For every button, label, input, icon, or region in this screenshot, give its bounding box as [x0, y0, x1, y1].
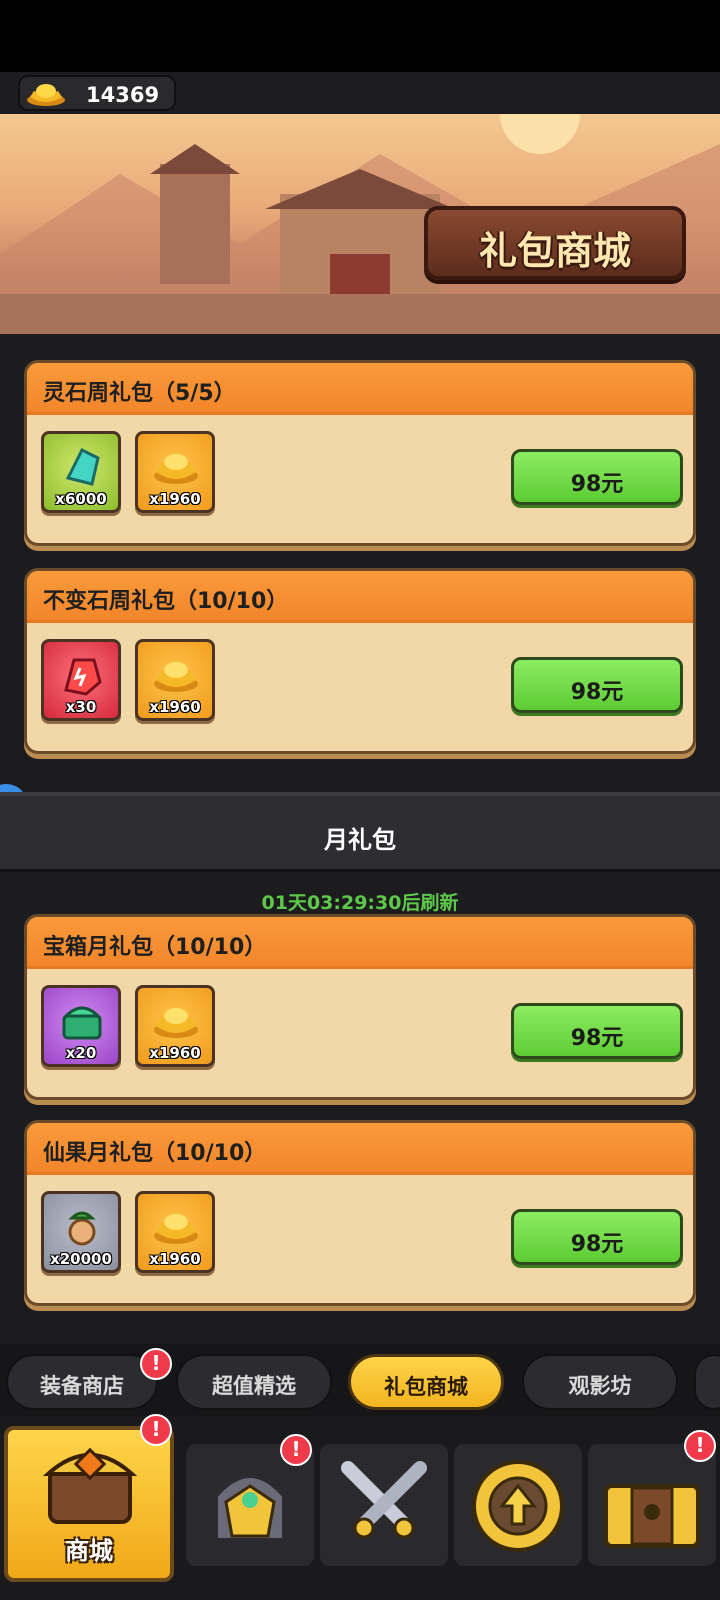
package-card: 宝箱月礼包（10/10） x20 x1960 98元 — [24, 914, 696, 1100]
package-title: 灵石周礼包（5/5） — [43, 381, 236, 406]
buy-button[interactable]: 98元 — [511, 449, 683, 505]
shop-banner: 礼包商城 — [0, 114, 720, 334]
gold-ingot-icon — [154, 1008, 198, 1038]
reward-item[interactable]: x20000 — [41, 1191, 121, 1273]
price-label: 98元 — [570, 680, 624, 705]
package-card: 灵石周礼包（5/5） x6000 x1960 98元 — [24, 360, 696, 546]
package-title: 不变石周礼包（10/10） — [43, 589, 289, 614]
reward-qty: x20 — [65, 1044, 97, 1062]
reward-qty: x6000 — [55, 490, 107, 508]
tab-label: 观影坊 — [568, 1374, 632, 1398]
reward-qty: x1960 — [149, 1044, 201, 1062]
nav-shop[interactable]: 商城 — [4, 1426, 174, 1582]
nav-shop-label: 商城 — [65, 1537, 113, 1565]
shop-tabs: 装备商店 ! 超值精选 礼包商城 观影坊 — [0, 1344, 720, 1416]
banner-title-plaque: 礼包商城 — [424, 206, 686, 280]
upgrade-arrow-icon — [472, 1460, 564, 1552]
helmet-icon — [214, 1474, 286, 1542]
tab-label: 礼包商城 — [384, 1375, 468, 1399]
monthly-section-header: 月礼包 — [0, 792, 720, 872]
jade-chest-icon — [62, 1006, 102, 1040]
reward-qty: x1960 — [149, 490, 201, 508]
gold-ingot-icon — [27, 84, 65, 106]
reward-qty: x30 — [65, 698, 97, 716]
package-title: 宝箱月礼包（10/10） — [43, 935, 267, 960]
reward-item[interactable]: x1960 — [135, 1191, 215, 1273]
gold-amount: 14369 — [86, 83, 160, 107]
treasure-chest-icon — [604, 1484, 700, 1548]
bottom-navbar: 商城 ! ! ! — [0, 1414, 720, 1600]
package-title: 仙果月礼包（10/10） — [43, 1141, 267, 1166]
package-card: 仙果月礼包（10/10） x20000 x1960 98元 — [24, 1120, 696, 1306]
status-bar — [0, 0, 720, 72]
tab-more[interactable] — [694, 1354, 720, 1410]
nav-upgrade[interactable] — [454, 1444, 582, 1566]
price-label: 98元 — [570, 1026, 624, 1051]
currency-bar: 14369 — [0, 72, 720, 114]
reward-item[interactable]: x20 — [41, 985, 121, 1067]
reward-item[interactable]: x1960 — [135, 431, 215, 513]
tab-label: 超值精选 — [212, 1374, 296, 1398]
banner-title: 礼包商城 — [478, 229, 631, 273]
reward-item[interactable]: x6000 — [41, 431, 121, 513]
refresh-timer: 01天03:29:30后刷新 — [261, 892, 459, 914]
reward-item[interactable]: x1960 — [135, 639, 215, 721]
price-label: 98元 — [570, 1232, 624, 1257]
gold-ingot-icon — [154, 662, 198, 692]
price-label: 98元 — [570, 472, 624, 497]
nav-treasury[interactable] — [588, 1444, 716, 1566]
tab-package-shop[interactable]: 礼包商城 — [348, 1354, 504, 1410]
reward-qty: x1960 — [149, 1250, 201, 1268]
buy-button[interactable]: 98元 — [511, 1003, 683, 1059]
gold-balance: 14369 — [18, 75, 176, 111]
section-title: 月礼包 — [324, 826, 396, 854]
reward-item[interactable]: x1960 — [135, 985, 215, 1067]
gold-ingot-icon — [154, 454, 198, 484]
tab-label: 装备商店 — [40, 1374, 124, 1398]
nav-battle[interactable] — [320, 1444, 448, 1566]
notification-badge: ! — [140, 1414, 172, 1446]
gold-ingot-icon — [154, 1214, 198, 1244]
shop-chest-icon — [42, 1447, 138, 1524]
reward-item[interactable]: x30 — [41, 639, 121, 721]
tab-equipment-shop[interactable]: 装备商店 — [6, 1354, 158, 1410]
immortal-fruit-icon — [68, 1211, 96, 1246]
crossed-swords-icon — [341, 1461, 427, 1539]
reward-qty: x1960 — [149, 698, 201, 716]
tab-theater[interactable]: 观影坊 — [522, 1354, 678, 1410]
reward-qty: x20000 — [50, 1250, 112, 1268]
red-stone-icon — [64, 658, 102, 696]
package-card: 不变石周礼包（10/10） x30 x1960 98元 — [24, 568, 696, 754]
buy-button[interactable]: 98元 — [511, 1209, 683, 1265]
buy-button[interactable]: 98元 — [511, 657, 683, 713]
notification-badge: ! — [140, 1348, 172, 1380]
notification-badge: ! — [280, 1434, 312, 1466]
notification-badge: ! — [684, 1430, 716, 1462]
spirit-stone-icon — [65, 447, 100, 486]
tab-value-picks[interactable]: 超值精选 — [176, 1354, 332, 1410]
